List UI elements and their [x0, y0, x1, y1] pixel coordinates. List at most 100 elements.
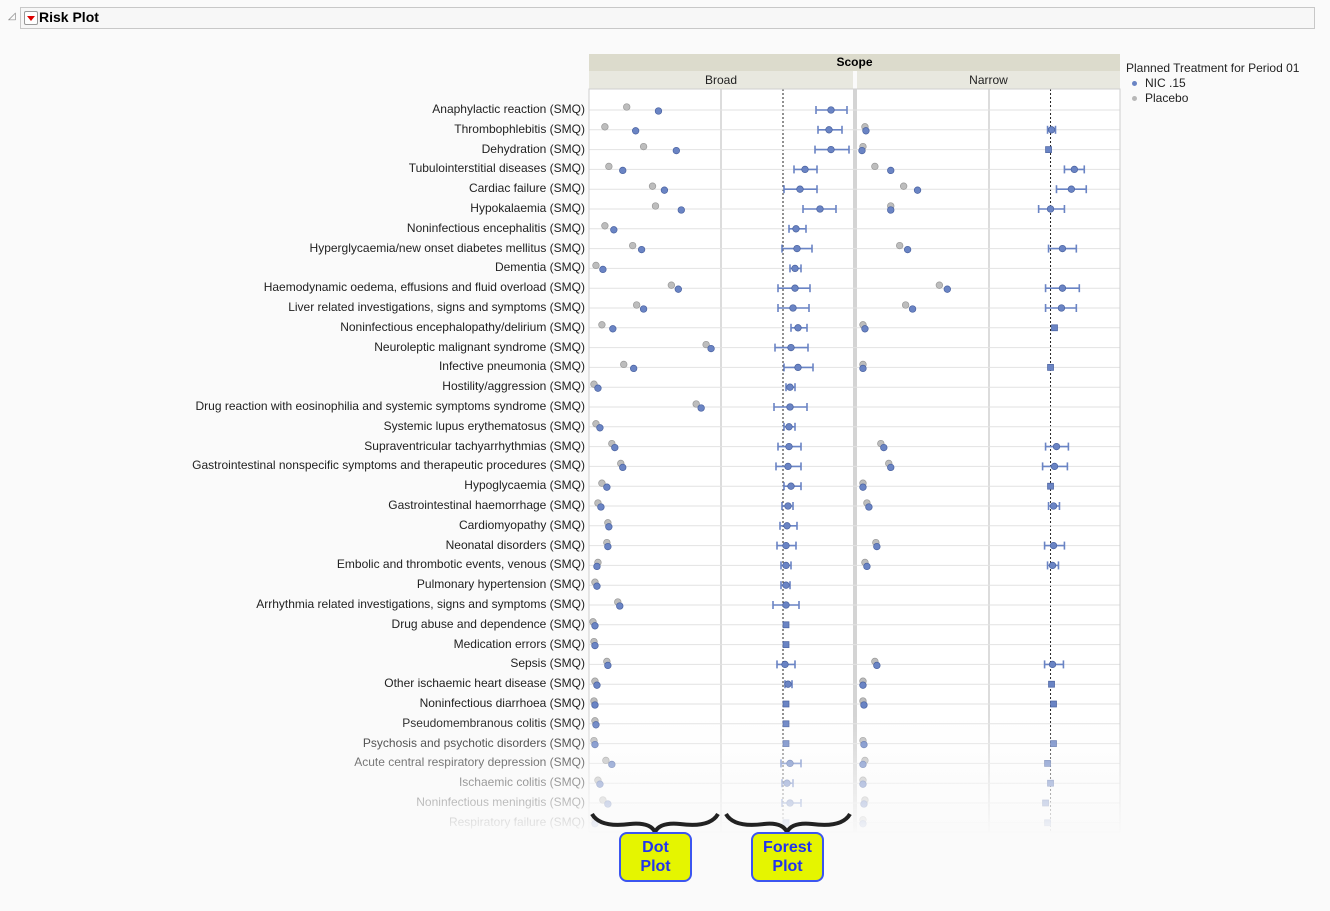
- nic-dot: [604, 800, 612, 808]
- risk-difference-marker: [782, 641, 790, 648]
- nic-dot: [593, 681, 601, 689]
- risk-difference-marker: [1049, 502, 1058, 510]
- risk-difference-marker: [785, 442, 793, 451]
- risk-difference-marker: [1058, 244, 1067, 253]
- placebo-dot: [601, 222, 609, 230]
- placebo-dot: [639, 142, 648, 151]
- nic-dot: [859, 681, 867, 689]
- placebo-dot: [598, 321, 606, 329]
- risk-difference-marker: [792, 225, 800, 233]
- risk-difference-marker: [1048, 561, 1057, 570]
- nic-dot: [599, 265, 607, 274]
- risk-difference-marker: [1052, 442, 1061, 451]
- placebo-dot: [935, 281, 944, 289]
- nic-dot: [594, 384, 602, 392]
- placebo-dot: [871, 162, 879, 171]
- risk-difference-marker: [1070, 165, 1079, 174]
- nic-dot: [616, 602, 624, 610]
- risk-difference-marker: [1044, 760, 1051, 767]
- placebo-dot: [623, 103, 631, 111]
- risk-difference-marker: [1050, 740, 1057, 747]
- risk-difference-marker: [1050, 462, 1059, 471]
- risk-difference-marker: [1047, 126, 1056, 134]
- risk-difference-marker: [1049, 541, 1058, 550]
- nic-dot: [859, 780, 867, 788]
- placebo-dot: [648, 182, 657, 190]
- risk-difference-marker: [791, 284, 799, 292]
- nic-dot: [593, 562, 601, 571]
- nic-dot: [631, 127, 640, 135]
- placebo-dot: [602, 756, 610, 765]
- risk-difference-marker: [782, 819, 790, 827]
- risk-difference-marker: [1051, 324, 1058, 332]
- nic-dot: [654, 107, 663, 115]
- nic-dot: [861, 325, 869, 333]
- risk-difference-marker: [784, 502, 792, 510]
- nic-dot: [639, 305, 648, 313]
- risk-difference-marker: [794, 324, 802, 332]
- risk-difference-marker: [816, 205, 824, 213]
- risk-difference-marker: [782, 740, 790, 747]
- risk-difference-marker: [1050, 700, 1057, 708]
- nic-dot: [859, 820, 867, 828]
- risk-plot-svg: [588, 88, 1121, 833]
- nic-dot: [619, 166, 627, 175]
- callout-text: Dot: [642, 839, 669, 856]
- nic-dot: [863, 562, 871, 571]
- placebo-dot: [629, 241, 637, 250]
- nic-dot: [591, 820, 599, 828]
- nic-dot: [591, 641, 599, 650]
- placebo-dot: [601, 123, 609, 131]
- nic-dot: [609, 325, 617, 333]
- nic-dot: [611, 443, 619, 452]
- nic-dot: [597, 503, 605, 511]
- risk-difference-marker: [1047, 779, 1054, 787]
- risk-difference-marker: [782, 561, 790, 570]
- nic-dot: [858, 146, 866, 155]
- risk-difference-marker: [786, 383, 794, 391]
- placebo-dot: [632, 301, 641, 309]
- nic-dot: [860, 800, 868, 808]
- risk-difference-marker: [782, 720, 790, 728]
- nic-dot: [677, 206, 685, 214]
- risk-difference-marker: [1047, 482, 1054, 490]
- nic-dot: [908, 305, 917, 313]
- nic-dot: [943, 285, 951, 293]
- risk-difference-marker: [785, 423, 793, 431]
- risk-difference-marker: [787, 343, 795, 352]
- nic-dot: [860, 701, 868, 709]
- forest-plot-callout: Forest Plot: [751, 832, 824, 882]
- nic-dot: [610, 226, 618, 234]
- nic-dot: [880, 443, 888, 452]
- nic-dot: [605, 523, 613, 531]
- nic-dot: [873, 661, 881, 670]
- panel-background: [857, 89, 988, 832]
- risk-difference-marker: [782, 541, 790, 550]
- nic-dot: [697, 404, 705, 412]
- risk-difference-marker: [789, 304, 797, 312]
- risk-difference-marker: [786, 799, 794, 807]
- risk-difference-marker: [787, 482, 795, 490]
- panel-background: [589, 89, 720, 832]
- risk-difference-marker: [786, 403, 794, 411]
- risk-difference-marker: [782, 581, 790, 589]
- placebo-dot: [899, 182, 908, 190]
- risk-difference-marker: [1067, 185, 1076, 193]
- callout-text: Plot: [772, 858, 803, 875]
- nic-dot: [903, 245, 912, 254]
- nic-dot: [672, 146, 680, 155]
- risk-difference-marker: [1045, 146, 1052, 153]
- nic-dot: [887, 463, 895, 472]
- panel-divider: [988, 89, 990, 832]
- nic-dot: [887, 166, 895, 175]
- nic-dot: [619, 463, 627, 472]
- nic-dot: [603, 483, 611, 491]
- nic-dot: [596, 424, 604, 432]
- risk-difference-marker: [1047, 364, 1054, 371]
- nic-dot: [660, 186, 669, 194]
- risk-difference-marker: [793, 244, 801, 253]
- panel-background: [990, 89, 1120, 832]
- risk-difference-marker: [781, 660, 789, 669]
- placebo-dot: [667, 281, 676, 289]
- nic-dot: [865, 503, 873, 511]
